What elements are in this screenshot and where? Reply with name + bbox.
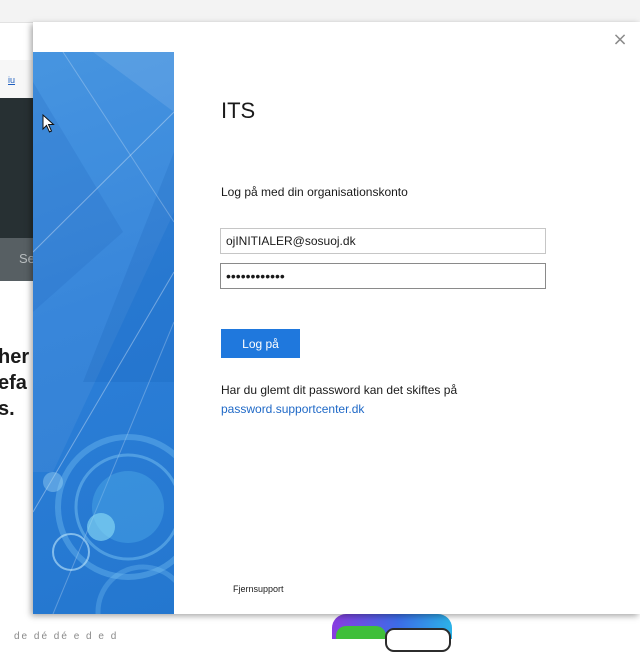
password-field[interactable]: [220, 263, 546, 289]
background-heading-line: efa: [0, 372, 27, 394]
dialog-subtitle: Log på med din organisationskonto: [221, 185, 408, 199]
login-button[interactable]: Log på: [221, 329, 300, 358]
background-nav-link[interactable]: iu: [8, 75, 15, 85]
dialog-title: ITS: [221, 98, 256, 123]
background-nav-bar: iu: [0, 60, 34, 99]
forgot-password-text: Har du glemt dit password kan det skifte…: [221, 383, 458, 397]
background-search-bar: Se: [0, 238, 35, 281]
login-dialog: × ITS Log på med din organisationskonto …: [33, 22, 640, 614]
background-heading-line: her: [0, 346, 30, 368]
mouse-pointer-icon: [42, 114, 55, 133]
background-top-bar: [0, 0, 640, 23]
close-icon[interactable]: ×: [610, 30, 630, 50]
background-bottom-text: de dé dé e d e d: [14, 631, 119, 642]
password-reset-link[interactable]: password.supportcenter.dk: [221, 402, 364, 416]
side-panel-artwork: [33, 52, 174, 614]
remote-support-link[interactable]: Fjernsupport: [233, 584, 284, 594]
background-hero-image: [0, 98, 34, 238]
email-field[interactable]: [220, 228, 546, 254]
background-pill-button[interactable]: [385, 628, 451, 652]
background-colorful-logo-part: [336, 626, 386, 639]
decorative-side-panel: [33, 52, 174, 614]
background-heading-line: s.: [0, 398, 15, 420]
background-heading: her efa s.: [0, 344, 29, 422]
